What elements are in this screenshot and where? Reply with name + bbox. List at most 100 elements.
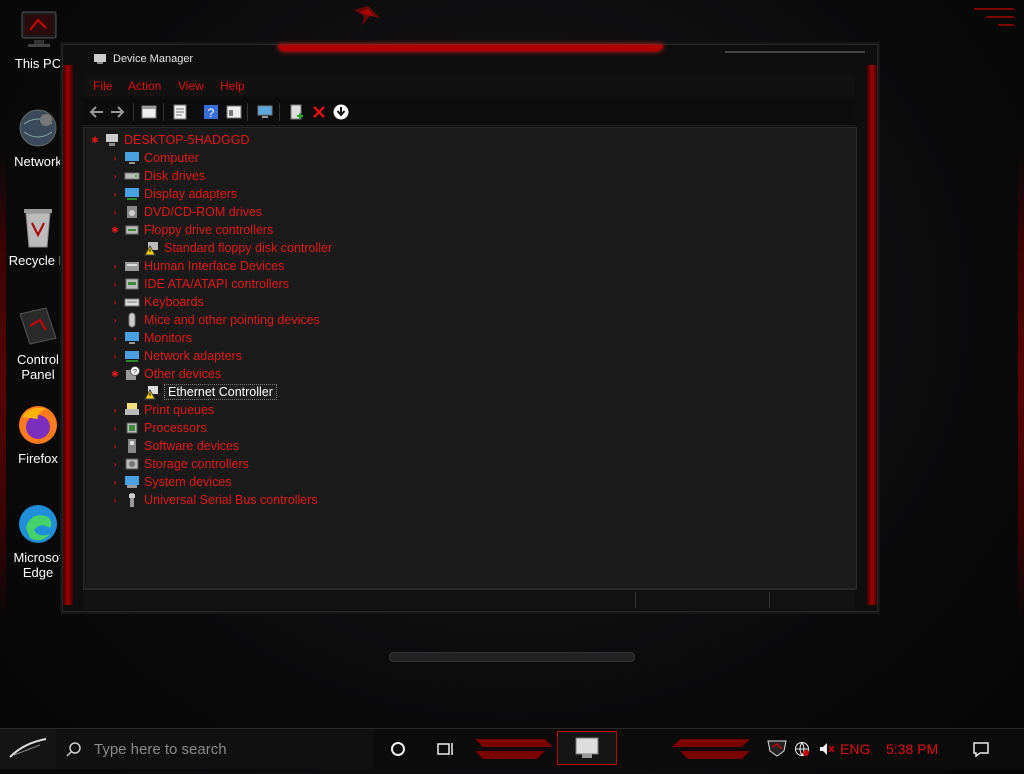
tree-item-computer[interactable]: › Computer: [108, 149, 199, 167]
taskbar: Type here to search ENG 5:38 PM: [0, 728, 1024, 769]
view-icon[interactable]: [225, 103, 243, 121]
tree-item-label: Floppy drive controllers: [144, 223, 274, 237]
expand-arrow-icon[interactable]: ›: [108, 279, 122, 289]
network-globe-icon: [16, 106, 60, 150]
taskbar-device-manager-button[interactable]: [557, 731, 617, 765]
device-tree: ✱ DESKTOP-5HADGGD › Computer › Disk driv…: [83, 127, 857, 589]
tree-item-label: Display adapters: [144, 187, 238, 201]
back-icon[interactable]: [87, 103, 105, 121]
expand-arrow-icon[interactable]: ›: [108, 405, 122, 415]
device-manager-icon: [575, 737, 599, 758]
search-placeholder: Type here to search: [94, 741, 227, 758]
menu-action[interactable]: Action: [128, 79, 161, 93]
firefox-icon: [16, 403, 60, 447]
collapse-icon[interactable]: ✱: [88, 135, 102, 146]
forward-icon[interactable]: [109, 103, 127, 121]
monitor-icon: [125, 152, 139, 164]
notifications-icon[interactable]: [972, 741, 990, 757]
tree-item-label: DVD/CD-ROM drives: [144, 205, 263, 219]
tree-item-label: Network adapters: [144, 349, 242, 363]
tree-root[interactable]: ✱ DESKTOP-5HADGGD: [88, 131, 249, 149]
device-manager-window[interactable]: Device Manager File Action View Help ? ✱…: [62, 44, 878, 612]
system-device-icon: [125, 476, 139, 488]
clock[interactable]: 5:38 PM: [886, 741, 938, 757]
tree-item-label: Human Interface Devices: [144, 259, 285, 273]
dvd-drive-icon: [127, 206, 137, 218]
task-view-icon[interactable]: [437, 741, 455, 757]
properties-pane-icon[interactable]: [140, 103, 158, 121]
menu-view[interactable]: View: [178, 79, 204, 93]
expand-arrow-icon[interactable]: ›: [108, 351, 122, 361]
properties-icon[interactable]: [171, 103, 189, 121]
tree-item-monitors[interactable]: › Monitors: [108, 329, 192, 347]
window-title: Device Manager: [113, 53, 194, 65]
monitor-scan-icon[interactable]: [256, 103, 274, 121]
usb-icon: [129, 493, 135, 507]
tree-item-other-devices[interactable]: ✱ ? Other devices: [108, 365, 221, 383]
expand-arrow-icon[interactable]: ›: [108, 261, 122, 271]
expand-arrow-icon[interactable]: ›: [108, 477, 122, 487]
expand-arrow-icon[interactable]: ›: [108, 153, 122, 163]
dock-handle: [389, 652, 635, 662]
tree-item-dvd-drives[interactable]: › DVD/CD-ROM drives: [108, 203, 263, 221]
tree-item-system-devices[interactable]: › System devices: [108, 473, 232, 491]
menu-help[interactable]: Help: [220, 79, 245, 93]
collapse-icon[interactable]: ✱: [108, 369, 122, 380]
expand-arrow-icon[interactable]: ›: [108, 495, 122, 505]
rog-start-icon: [9, 738, 47, 758]
tree-item-floppy-disk-controller[interactable]: Standard floppy disk controller: [128, 239, 332, 257]
tree-item-label: Other devices: [144, 367, 222, 381]
start-button[interactable]: [0, 729, 56, 769]
network-globe-icon[interactable]: [794, 741, 810, 757]
tree-item-print-queues[interactable]: › Print queues: [108, 401, 214, 419]
expand-arrow-icon[interactable]: ›: [108, 171, 122, 181]
warning-device-icon: [144, 386, 158, 400]
status-separator: [635, 592, 636, 608]
menu-bar: File Action View Help: [83, 75, 855, 97]
tree-item-software-devices[interactable]: › Software devices: [108, 437, 239, 455]
cortana-icon[interactable]: [390, 741, 406, 757]
add-driver-icon[interactable]: [288, 103, 306, 121]
expand-arrow-icon[interactable]: ›: [108, 297, 122, 307]
tree-item-label: IDE ATA/ATAPI controllers: [144, 277, 289, 291]
tree-item-storage-controllers[interactable]: › Storage controllers: [108, 455, 249, 473]
expand-arrow-icon[interactable]: ›: [108, 189, 122, 199]
tree-item-mice[interactable]: › Mice and other pointing devices: [108, 311, 320, 329]
uninstall-icon[interactable]: [310, 103, 328, 121]
tree-item-keyboards[interactable]: › Keyboards: [108, 293, 204, 311]
tree-item-disk-drives[interactable]: › Disk drives: [108, 167, 206, 185]
expand-arrow-icon[interactable]: ›: [108, 207, 122, 217]
update-driver-icon[interactable]: [332, 103, 350, 121]
status-separator: [769, 592, 770, 608]
window-controls[interactable]: [725, 51, 865, 65]
tree-item-label: Computer: [144, 151, 199, 165]
tree-item-ide-controllers[interactable]: › IDE ATA/ATAPI controllers: [108, 275, 289, 293]
language-indicator[interactable]: ENG: [840, 741, 870, 757]
tree-item-ethernet-controller[interactable]: Ethernet Controller: [128, 383, 277, 401]
expand-arrow-icon[interactable]: ›: [108, 441, 122, 451]
tree-item-label: Print queues: [144, 403, 215, 417]
tree-item-processors[interactable]: › Processors: [108, 419, 207, 437]
search-box[interactable]: Type here to search: [56, 729, 374, 769]
tree-item-usb-controllers[interactable]: › Universal Serial Bus controllers: [108, 491, 318, 509]
expand-arrow-icon[interactable]: ›: [108, 423, 122, 433]
tree-item-label: Disk drives: [144, 169, 206, 183]
volume-muted-icon[interactable]: [818, 741, 836, 757]
svg-text:?: ?: [208, 106, 215, 120]
tree-item-label: Storage controllers: [144, 457, 249, 471]
help-icon[interactable]: ?: [202, 103, 220, 121]
tree-item-network-adapters[interactable]: › Network adapters: [108, 347, 242, 365]
tree-item-floppy-controllers[interactable]: ✱ Floppy drive controllers: [108, 221, 273, 239]
expand-arrow-icon[interactable]: ›: [108, 315, 122, 325]
menu-file[interactable]: File: [93, 79, 112, 93]
title-bar[interactable]: Device Manager: [63, 45, 877, 75]
collapse-icon[interactable]: ✱: [108, 225, 122, 236]
unknown-device-icon: ?: [126, 366, 140, 380]
mouse-icon: [128, 312, 136, 328]
expand-arrow-icon[interactable]: ›: [108, 459, 122, 469]
expand-arrow-icon[interactable]: ›: [108, 333, 122, 343]
tree-item-display-adapters[interactable]: › Display adapters: [108, 185, 238, 203]
top-right-deco: [974, 8, 1014, 26]
tree-item-hid[interactable]: › Human Interface Devices: [108, 257, 285, 275]
rog-shield-icon[interactable]: [766, 739, 788, 757]
